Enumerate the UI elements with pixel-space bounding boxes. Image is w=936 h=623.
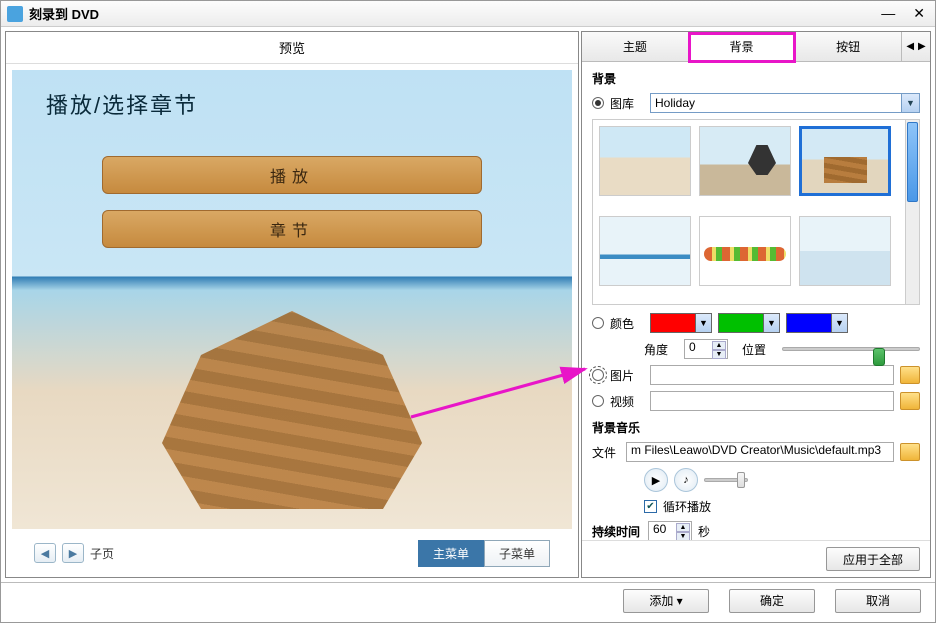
settings-pane: 主题 背景 按钮 ◀▶ 背景 图库 Holiday ▼ (581, 31, 931, 578)
tabs-scroll: ◀▶ (902, 32, 930, 61)
close-button[interactable]: ✕ (909, 5, 929, 22)
minimize-button[interactable]: — (877, 5, 899, 22)
duration-input[interactable]: 60 ▲▼ (648, 521, 692, 540)
tab-button[interactable]: 按钮 (795, 32, 902, 61)
next-subpage-button[interactable]: ▶ (62, 543, 84, 563)
radio-video[interactable] (592, 395, 604, 407)
radio-gallery[interactable] (592, 97, 604, 109)
subpage-nav: ◀ ▶ 子页 (34, 543, 114, 563)
menu-tab-pair: 主菜单 子菜单 (418, 540, 550, 567)
browse-music-button[interactable] (900, 443, 920, 461)
position-label: 位置 (742, 341, 776, 358)
loop-label: 循环播放 (663, 498, 711, 515)
preview-canvas: 播放/选择章节 播放 章节 (12, 70, 572, 529)
browse-image-button[interactable] (900, 366, 920, 384)
thumb-mirror[interactable] (799, 216, 891, 286)
angle-up[interactable]: ▲ (712, 341, 726, 350)
video-label: 视频 (610, 393, 644, 410)
position-slider[interactable] (782, 339, 920, 359)
settings-content: 背景 图库 Holiday ▼ (582, 62, 930, 540)
browse-video-button[interactable] (900, 392, 920, 410)
tabs-scroll-left[interactable]: ◀ (904, 41, 916, 52)
tab-sub-menu[interactable]: 子菜单 (484, 540, 550, 567)
gallery-combo-value: Holiday (655, 96, 695, 110)
prev-subpage-button[interactable]: ◀ (34, 543, 56, 563)
music-section-title: 背景音乐 (592, 419, 920, 436)
thumb-couple[interactable] (699, 126, 791, 196)
gallery-thumbnails (592, 119, 920, 305)
tab-main-menu[interactable]: 主菜单 (418, 540, 484, 567)
duration-label: 持续时间 (592, 523, 642, 540)
menu-play-button[interactable]: 播放 (102, 156, 482, 194)
music-file-label: 文件 (592, 444, 620, 461)
music-note-button[interactable]: ♪ (674, 468, 698, 492)
gallery-label: 图库 (610, 95, 644, 112)
subpage-label: 子页 (90, 545, 114, 562)
loop-checkbox[interactable] (644, 500, 657, 513)
radio-color[interactable] (592, 317, 604, 329)
chevron-down-icon: ▼ (901, 94, 919, 112)
bg-section-title: 背景 (592, 70, 920, 87)
thumb-sea[interactable] (599, 216, 691, 286)
music-volume-slider[interactable] (704, 470, 748, 490)
thumb-flowers[interactable] (699, 216, 791, 286)
titlebar: 刻录到 DVD — ✕ (1, 1, 935, 27)
settings-tabs: 主题 背景 按钮 ◀▶ (582, 32, 930, 62)
color-picker-red[interactable]: ▼ (650, 313, 712, 333)
tab-theme[interactable]: 主题 (582, 32, 689, 61)
music-play-button[interactable]: ▶ (644, 468, 668, 492)
footer: 添加 ▾ 确定 取消 (1, 582, 935, 618)
tab-background[interactable]: 背景 (689, 33, 796, 62)
angle-input[interactable]: 0 ▲▼ (684, 339, 728, 359)
menu-chapter-button[interactable]: 章节 (102, 210, 482, 248)
apply-row: 应用于全部 (582, 540, 930, 577)
cancel-button[interactable]: 取消 (835, 589, 921, 613)
menu-headline: 播放/选择章节 (46, 88, 198, 120)
color-picker-blue[interactable]: ▼ (786, 313, 848, 333)
add-button[interactable]: 添加 ▾ (623, 589, 709, 613)
duration-up[interactable]: ▲ (676, 523, 690, 532)
color-label: 颜色 (610, 315, 644, 332)
duration-down[interactable]: ▼ (676, 532, 690, 540)
ok-button[interactable]: 确定 (729, 589, 815, 613)
tabs-scroll-right[interactable]: ▶ (916, 41, 928, 52)
color-picker-green[interactable]: ▼ (718, 313, 780, 333)
radio-image[interactable] (592, 369, 604, 381)
preview-bottom-controls: ◀ ▶ 子页 主菜单 子菜单 (6, 529, 578, 577)
window-title: 刻录到 DVD (29, 4, 877, 23)
video-path-input[interactable] (650, 391, 894, 411)
apply-all-button[interactable]: 应用于全部 (826, 547, 920, 571)
thumb-lounger[interactable] (799, 126, 891, 196)
app-icon (7, 6, 23, 22)
music-file-input[interactable]: m Files\Leawo\DVD Creator\Music\default.… (626, 442, 894, 462)
gallery-combo[interactable]: Holiday ▼ (650, 93, 920, 113)
angle-label: 角度 (644, 341, 678, 358)
seconds-label: 秒 (698, 523, 732, 540)
angle-down[interactable]: ▼ (712, 350, 726, 359)
thumb-beach[interactable] (599, 126, 691, 196)
preview-header: 预览 (6, 32, 578, 64)
image-label: 图片 (610, 367, 644, 384)
preview-pane: 预览 播放/选择章节 播放 章节 ◀ ▶ 子页 主菜单 子菜单 (5, 31, 579, 578)
image-path-input[interactable] (650, 365, 894, 385)
app-window: 刻录到 DVD — ✕ 预览 播放/选择章节 播放 章节 ◀ ▶ 子页 (0, 0, 936, 623)
thumbs-scrollbar[interactable] (905, 120, 919, 304)
